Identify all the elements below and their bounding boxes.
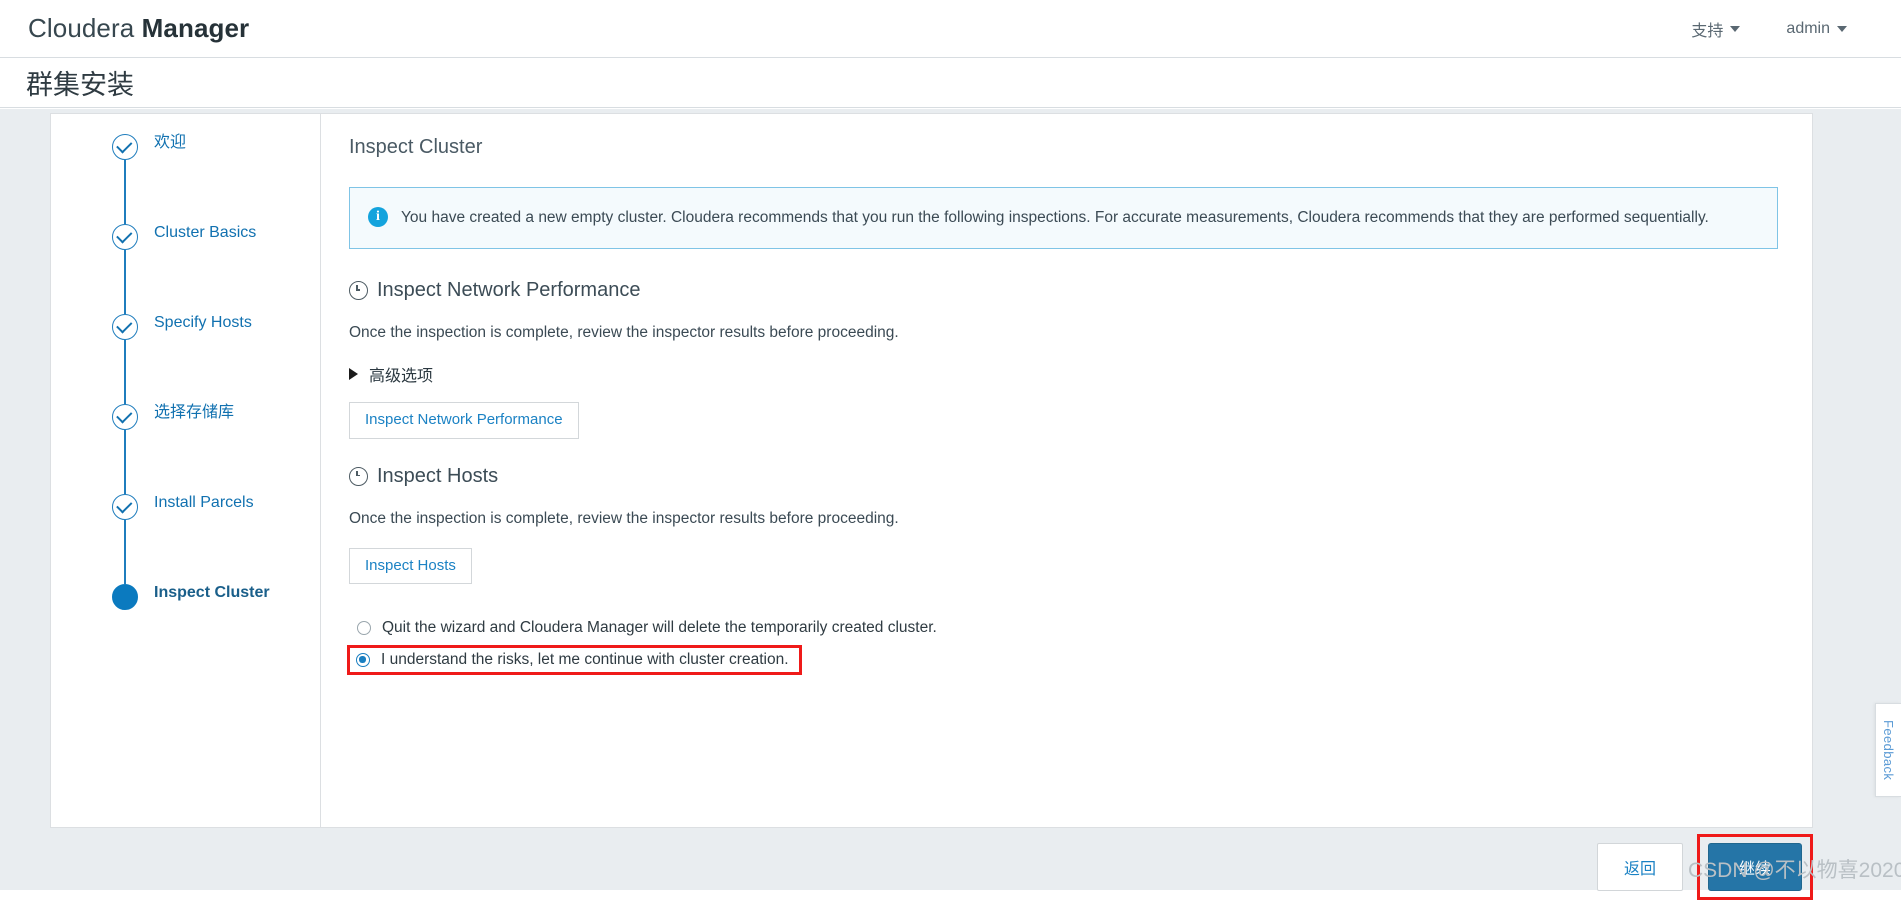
- sidebar-item-welcome[interactable]: 欢迎: [51, 130, 320, 224]
- step-connector: [124, 340, 126, 404]
- brand-name-light: Cloudera: [28, 13, 142, 43]
- chevron-down-icon: [1837, 25, 1847, 32]
- info-banner: i You have created a new empty cluster. …: [349, 187, 1778, 249]
- page-title-bar: 群集安装: [0, 58, 1901, 108]
- step-current-icon: [112, 584, 138, 610]
- wizard-steps-rail: 欢迎 Cluster Basics Specify Hosts 选择存储库 In…: [51, 114, 321, 827]
- step-connector: [124, 250, 126, 314]
- brand-name-bold: Manager: [141, 13, 250, 43]
- support-menu-label: 支持: [1691, 22, 1724, 40]
- sidebar-item-select-repository[interactable]: 选择存储库: [51, 400, 320, 494]
- feedback-tab-label: Feedback: [1881, 719, 1896, 781]
- sidebar-item-label: Cluster Basics: [154, 224, 257, 241]
- radio-option-label: I understand the risks, let me continue …: [381, 651, 789, 668]
- support-menu[interactable]: 支持: [1691, 17, 1741, 41]
- inspect-network-performance-button[interactable]: Inspect Network Performance: [349, 402, 579, 439]
- info-icon: i: [368, 207, 388, 227]
- chevron-right-icon: [349, 368, 358, 380]
- sidebar-item-cluster-basics[interactable]: Cluster Basics: [51, 220, 320, 314]
- page-title: 群集安装: [26, 70, 134, 100]
- topbar-menu: 支持 admin: [1691, 17, 1847, 41]
- sidebar-item-specify-hosts[interactable]: Specify Hosts: [51, 310, 320, 404]
- sidebar-item-label: 选择存储库: [154, 404, 235, 421]
- advanced-options-toggle[interactable]: 高级选项: [349, 362, 433, 386]
- step-check-icon: [112, 134, 138, 160]
- sidebar-item-label: 欢迎: [154, 134, 187, 151]
- step-check-icon: [112, 404, 138, 430]
- user-menu[interactable]: admin: [1786, 20, 1847, 38]
- section-heading-inspect-hosts: Inspect Hosts: [349, 465, 1778, 488]
- radio-button[interactable]: [357, 621, 371, 635]
- inspect-hosts-button[interactable]: Inspect Hosts: [349, 547, 472, 584]
- section-description-network-performance: Once the inspection is complete, review …: [349, 324, 899, 341]
- section-heading-network-performance: Inspect Network Performance: [349, 279, 1778, 302]
- advanced-options-label: 高级选项: [369, 368, 434, 385]
- step-check-icon: [112, 314, 138, 340]
- step-check-icon: [112, 224, 138, 250]
- sidebar-item-inspect-cluster[interactable]: Inspect Cluster: [51, 580, 320, 610]
- wizard-footer-actions: 返回 继续: [0, 828, 1901, 906]
- radio-button-selected[interactable]: [356, 653, 370, 667]
- user-menu-label: admin: [1786, 19, 1830, 37]
- app-logo[interactable]: Cloudera Manager: [28, 13, 249, 44]
- continuation-options-group: Quit the wizard and Cloudera Manager wil…: [347, 614, 1778, 675]
- section-heading-label: Inspect Network Performance: [377, 279, 641, 301]
- step-connector: [124, 160, 126, 224]
- sidebar-item-install-parcels[interactable]: Install Parcels: [51, 490, 320, 584]
- content-heading: Inspect Cluster: [349, 136, 483, 158]
- info-banner-text: You have created a new empty cluster. Cl…: [401, 209, 1709, 226]
- page-body: 欢迎 Cluster Basics Specify Hosts 选择存储库 In…: [0, 109, 1901, 900]
- radio-option-label: Quit the wizard and Cloudera Manager wil…: [382, 619, 937, 636]
- radio-option-understand-risks[interactable]: I understand the risks, let me continue …: [347, 645, 802, 675]
- clock-icon: [349, 466, 368, 486]
- wizard-content: Inspect Cluster i You have created a new…: [321, 114, 1812, 827]
- radio-option-quit-wizard[interactable]: Quit the wizard and Cloudera Manager wil…: [349, 614, 949, 642]
- section-heading-label: Inspect Hosts: [377, 464, 499, 487]
- step-connector: [124, 520, 126, 584]
- continue-button[interactable]: 继续: [1707, 843, 1802, 891]
- sidebar-item-label: Inspect Cluster: [154, 584, 270, 601]
- chevron-down-icon: [1730, 25, 1741, 32]
- section-description-inspect-hosts: Once the inspection is complete, review …: [349, 509, 899, 527]
- step-check-icon: [112, 494, 138, 520]
- wizard-card: 欢迎 Cluster Basics Specify Hosts 选择存储库 In…: [50, 113, 1813, 828]
- feedback-tab[interactable]: Feedback: [1875, 703, 1901, 797]
- sidebar-item-label: Specify Hosts: [154, 314, 252, 331]
- continue-button-highlight: 继续: [1696, 834, 1813, 900]
- sidebar-item-label: Install Parcels: [154, 494, 254, 511]
- back-button[interactable]: 返回: [1596, 843, 1683, 891]
- step-connector: [124, 430, 126, 494]
- top-navigation-bar: Cloudera Manager 支持 admin: [0, 0, 1901, 58]
- clock-icon: [349, 281, 368, 300]
